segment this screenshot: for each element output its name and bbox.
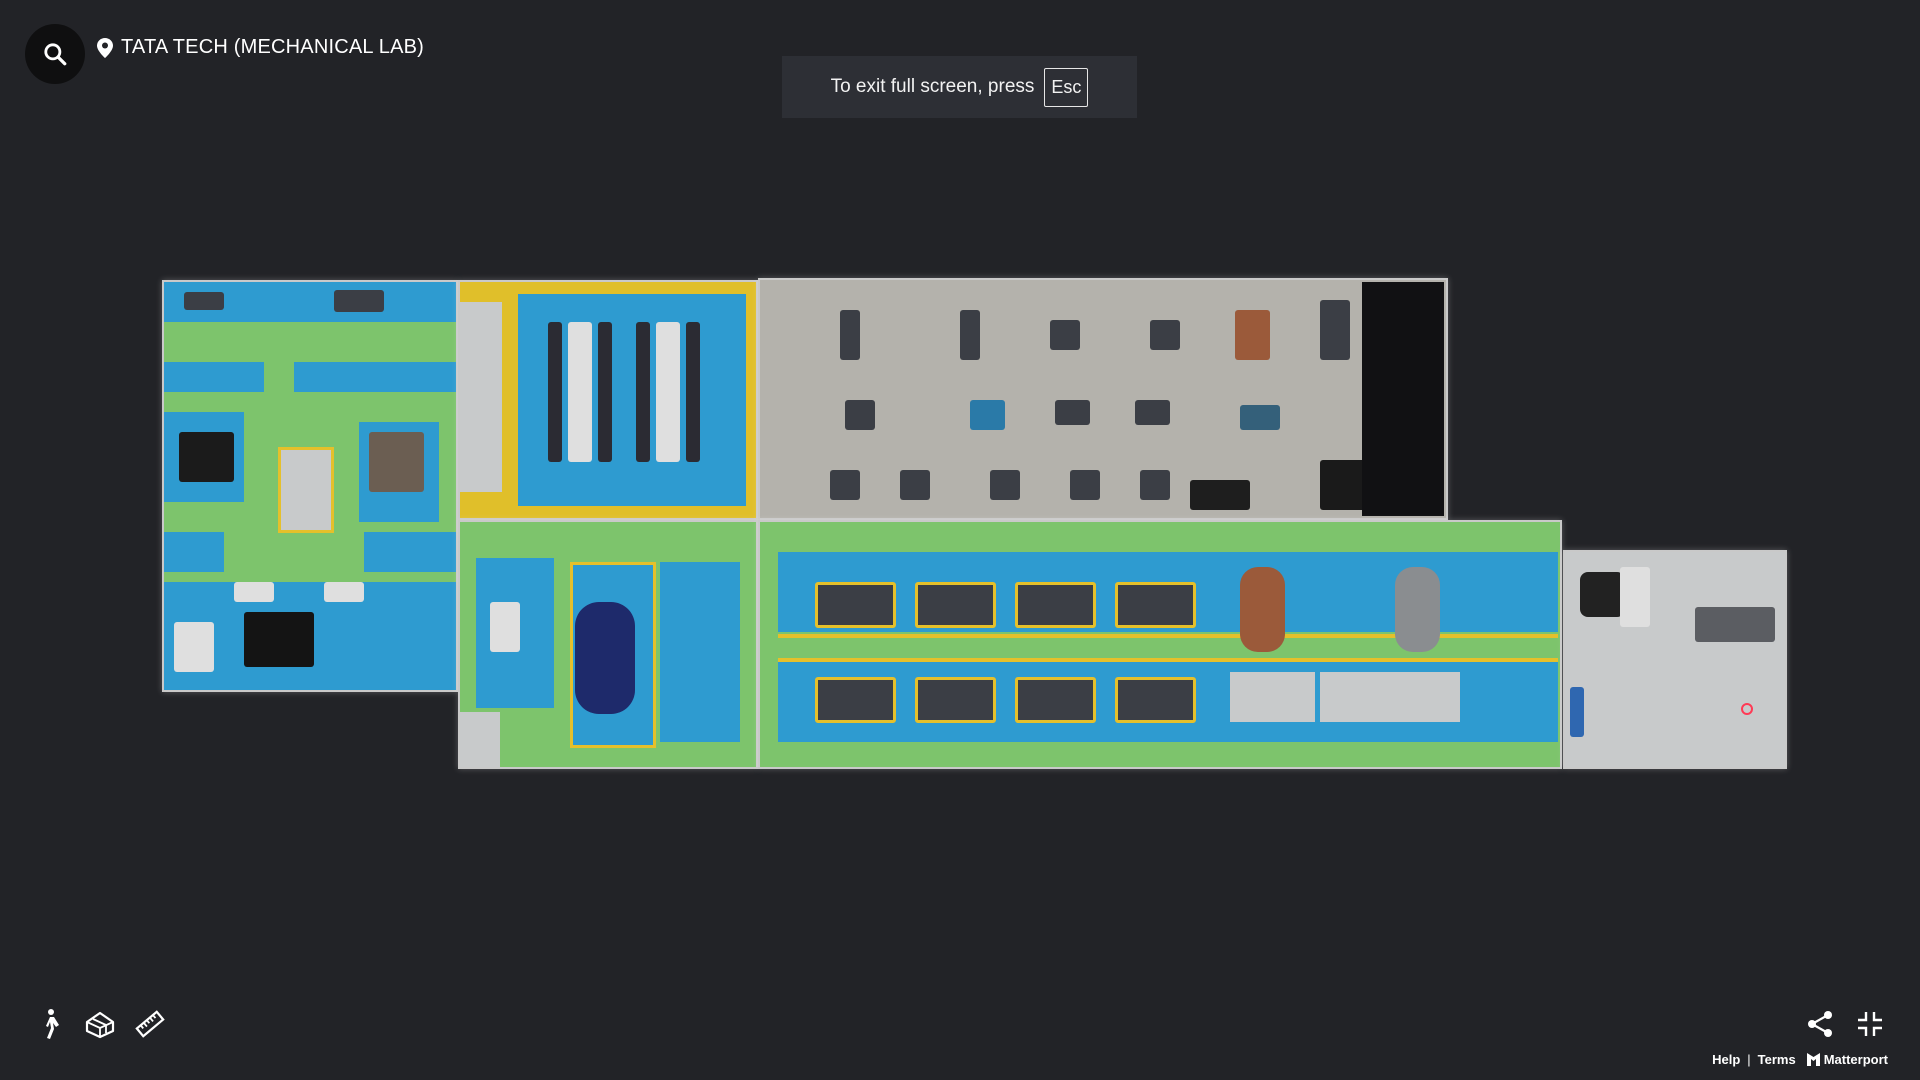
search-button[interactable] <box>25 24 85 84</box>
matterport-brand[interactable]: Matterport <box>1806 1052 1888 1067</box>
share-icon <box>1808 1011 1832 1037</box>
room-workshop[interactable] <box>760 522 1560 767</box>
room-storage[interactable] <box>1565 552 1785 767</box>
esc-key-hint: Esc <box>1044 67 1089 107</box>
room-vehicle-bay[interactable] <box>460 522 756 767</box>
matterport-brand-label: Matterport <box>1823 1052 1888 1067</box>
room-machine-hall[interactable] <box>760 280 1446 518</box>
share-button[interactable] <box>1800 1004 1840 1044</box>
measure-icon <box>135 1010 165 1038</box>
walk-mode-icon <box>46 1009 59 1039</box>
exit-fullscreen-button[interactable] <box>1850 1004 1890 1044</box>
location-pin-icon <box>97 37 113 58</box>
banner-text: To exit full screen, press <box>830 76 1035 97</box>
position-marker-icon[interactable] <box>1741 703 1753 715</box>
model-title-bar[interactable]: TATA TECH (MECHANICAL LAB) <box>97 36 424 59</box>
exit-fullscreen-icon <box>1858 1012 1882 1036</box>
walk-mode-button[interactable] <box>30 1004 70 1044</box>
help-link[interactable]: Help <box>1712 1052 1740 1067</box>
floorplan-3d-model[interactable] <box>0 0 1920 1080</box>
matterport-logo-icon <box>1806 1053 1820 1066</box>
room-left-office[interactable] <box>164 282 456 690</box>
model-title: TATA TECH (MECHANICAL LAB) <box>121 36 425 58</box>
search-icon <box>44 43 67 66</box>
footer-separator: | <box>1747 1052 1751 1067</box>
fullscreen-exit-banner: To exit full screen, press Esc <box>782 56 1137 118</box>
dollhouse-icon <box>85 1011 115 1039</box>
room-conference[interactable] <box>460 282 756 518</box>
footer-links: Help | Terms Matterport <box>1712 1052 1888 1067</box>
dollhouse-button[interactable] <box>80 1004 120 1044</box>
measure-button[interactable] <box>130 1004 170 1044</box>
terms-link[interactable]: Terms <box>1758 1052 1796 1067</box>
